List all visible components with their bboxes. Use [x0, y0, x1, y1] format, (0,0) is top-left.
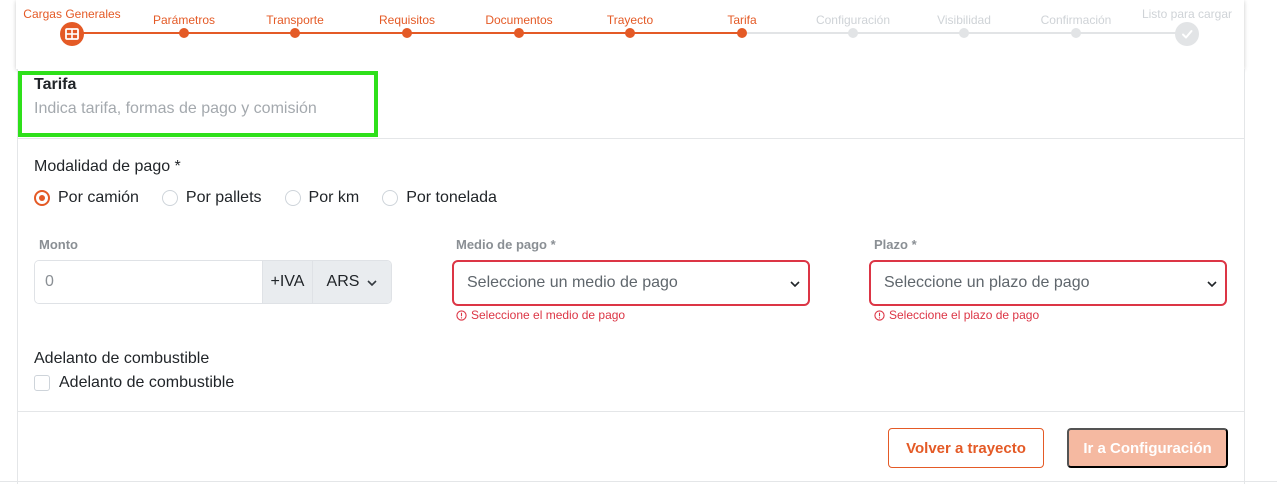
step-label: Visibilidad [937, 13, 991, 27]
term-label: Plazo * [874, 237, 917, 252]
payment-method-select[interactable]: Seleccione un medio de pago [452, 260, 810, 306]
step-dot [959, 28, 969, 38]
radio-button[interactable] [382, 190, 399, 206]
payment-mode-label: Modalidad de pago * [34, 158, 181, 175]
payment-method-label: Medio de pago * [456, 237, 556, 252]
step-label: Trayecto [606, 13, 654, 27]
chevron-down-icon [790, 274, 800, 292]
divider [18, 411, 1244, 412]
error-text: Seleccione el medio de pago [471, 308, 626, 322]
term-placeholder: Seleccione un plazo de pago [884, 274, 1090, 291]
step-dot [737, 28, 747, 38]
bottom-border [0, 481, 1277, 482]
alert-circle-icon [874, 309, 885, 321]
chevron-down-icon [367, 273, 378, 291]
radio-por-km[interactable]: Por km [284, 189, 360, 207]
currency-value: ARS [326, 273, 360, 290]
tarifa-form: Tarifa Indica tarifa, formas de pago y c… [17, 69, 1245, 484]
fuel-advance-checkbox[interactable] [34, 375, 50, 391]
step-dot [514, 28, 524, 38]
step-label: Documentos [485, 13, 553, 27]
grid-icon [60, 22, 84, 46]
section-title: Tarifa [34, 76, 77, 93]
radio-label: Por camión [58, 189, 139, 206]
fuel-advance-checkbox-row[interactable]: Adelanto de combustible [34, 374, 234, 392]
amount-input[interactable] [35, 261, 262, 303]
step-requisitos[interactable]: Requisitos [347, 0, 467, 38]
go-to-configuration-button[interactable]: Ir a Configuración [1067, 428, 1228, 468]
step-label: Tarifa [727, 13, 757, 27]
step-label: Requisitos [378, 13, 436, 27]
chevron-down-icon [1207, 274, 1217, 292]
step-dot [848, 28, 858, 38]
step-listo-para-cargar[interactable]: Listo para cargar [1127, 0, 1247, 46]
amount-input-group: +IVA ARS [34, 260, 392, 304]
radio-por-camion[interactable]: Por camión [34, 189, 139, 207]
radio-por-pallets[interactable]: Por pallets [161, 189, 262, 207]
step-confirmacion[interactable]: Confirmación [1016, 0, 1136, 38]
radio-por-tonelada[interactable]: Por tonelada [382, 189, 497, 207]
radio-label: Por tonelada [406, 189, 497, 206]
step-dot [179, 28, 189, 38]
amount-label: Monto [39, 237, 78, 252]
radio-button[interactable] [161, 190, 178, 206]
payment-method-error: Seleccione el medio de pago [456, 308, 625, 322]
step-configuracion[interactable]: Configuración [793, 0, 913, 38]
step-dot [1071, 28, 1081, 38]
step-cargas-generales[interactable]: Cargas Generales [12, 0, 132, 46]
page: Cargas Generales Parámetros Transporte R… [0, 0, 1277, 484]
currency-select[interactable]: ARS [312, 261, 391, 303]
stepper: Cargas Generales Parámetros Transporte R… [16, 0, 1244, 69]
step-documentos[interactable]: Documentos [459, 0, 579, 38]
radio-label: Por pallets [185, 189, 262, 206]
payment-mode-group: Por camión Por pallets Por km Por tonela… [34, 189, 520, 207]
term-select[interactable]: Seleccione un plazo de pago [869, 260, 1227, 306]
check-icon [1175, 22, 1199, 46]
step-label: Parámetros [152, 13, 216, 27]
checkbox-label: Adelanto de combustible [59, 374, 235, 391]
step-dot [402, 28, 412, 38]
radio-button[interactable] [34, 190, 50, 206]
step-parametros[interactable]: Parámetros [124, 0, 244, 38]
step-label: Cargas Generales [23, 7, 121, 21]
step-label: Transporte [266, 13, 324, 27]
radio-label: Por km [308, 189, 360, 206]
step-label: Confirmación [1040, 13, 1112, 27]
iva-addon: +IVA [262, 261, 312, 303]
back-to-trayecto-button[interactable]: Volver a trayecto [888, 428, 1044, 468]
error-text: Seleccione el plazo de pago [889, 308, 1040, 322]
term-error: Seleccione el plazo de pago [874, 308, 1039, 322]
divider [18, 138, 1244, 139]
step-transporte[interactable]: Transporte [235, 0, 355, 38]
radio-button[interactable] [284, 190, 301, 206]
payment-method-placeholder: Seleccione un medio de pago [467, 274, 678, 291]
step-dot [290, 28, 300, 38]
step-trayecto[interactable]: Trayecto [570, 0, 690, 38]
alert-circle-icon [456, 309, 467, 321]
fuel-advance-label: Adelanto de combustible [34, 350, 210, 367]
step-label: Configuración [815, 13, 891, 27]
step-label: Listo para cargar [1141, 7, 1233, 21]
section-subtitle: Indica tarifa, formas de pago y comisión [34, 100, 317, 117]
step-tarifa[interactable]: Tarifa [682, 0, 802, 38]
step-dot [625, 28, 635, 38]
step-visibilidad[interactable]: Visibilidad [904, 0, 1024, 38]
